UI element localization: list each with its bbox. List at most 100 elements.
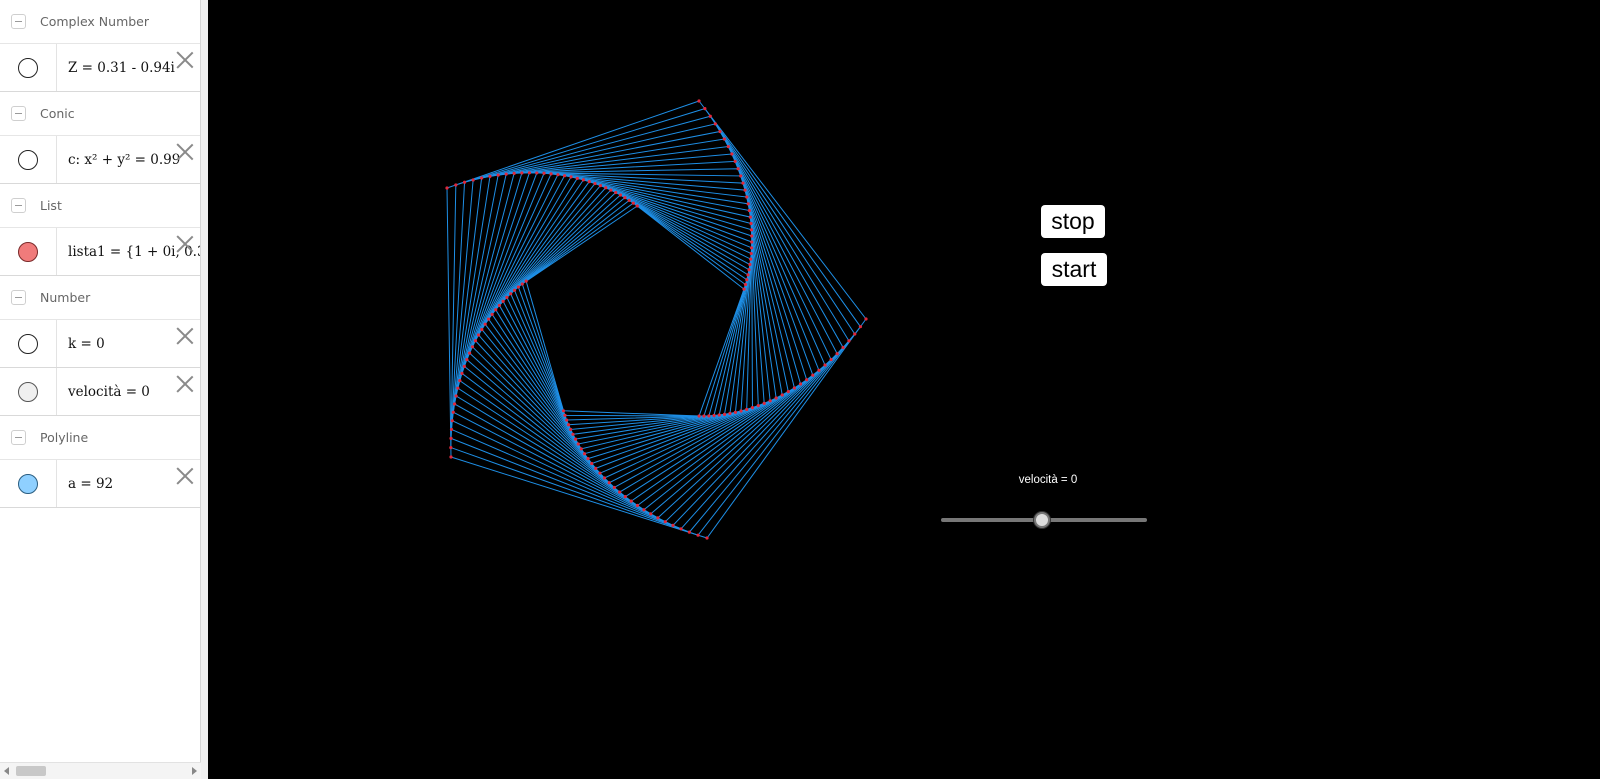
list-point (520, 282, 524, 286)
collapse-icon[interactable] (11, 198, 26, 213)
list-point (749, 251, 753, 256)
list-point (470, 345, 475, 349)
collapse-icon[interactable] (11, 430, 26, 445)
list-point (618, 490, 622, 494)
list-point (746, 273, 750, 277)
list-point (473, 339, 478, 343)
visibility-circle-icon[interactable] (18, 57, 38, 78)
list-point (713, 122, 717, 126)
list-point (520, 171, 524, 175)
algebra-row-c[interactable]: c: x² + y² = 0.99 (0, 136, 200, 184)
delete-icon[interactable] (176, 467, 194, 485)
visibility-toggle[interactable] (0, 368, 57, 415)
panel-divider[interactable] (201, 0, 208, 779)
algebra-row-Z[interactable]: Z = 0.31 - 0.94i (0, 44, 200, 92)
list-point (462, 364, 466, 368)
list-point (749, 246, 754, 250)
polyline-segment (446, 100, 867, 539)
list-point (569, 175, 573, 179)
visibility-toggle[interactable] (0, 228, 57, 275)
list-point (582, 452, 587, 456)
polyline-segment (510, 194, 750, 431)
list-point (462, 180, 467, 184)
list-point (490, 312, 494, 316)
delete-icon[interactable] (176, 375, 194, 393)
list-point (663, 520, 667, 524)
algebra-row-k[interactable]: k = 0 (0, 320, 200, 368)
list-point (629, 499, 633, 503)
group-header-polyline[interactable]: Polyline (0, 416, 200, 460)
list-point (480, 327, 484, 332)
list-point (609, 188, 613, 192)
visibility-toggle[interactable] (0, 44, 57, 91)
graphics-canvas[interactable] (208, 0, 1600, 779)
visibility-circle-icon[interactable] (18, 333, 38, 354)
list-point (556, 173, 560, 177)
velocita-slider-knob[interactable] (1034, 512, 1050, 528)
list-point (452, 402, 457, 406)
collapse-icon[interactable] (11, 290, 26, 305)
list-point (598, 471, 602, 475)
list-point (607, 481, 611, 485)
algebra-view: Complex Number Z = 0.31 - 0.94i Conic c:… (0, 0, 201, 779)
algebra-row-velocita[interactable]: velocità = 0 (0, 368, 200, 416)
delete-icon[interactable] (176, 327, 194, 345)
list-point (598, 183, 603, 188)
group-label: Complex Number (40, 14, 150, 29)
list-point (829, 357, 833, 362)
group-header-number[interactable]: Number (0, 276, 200, 320)
scrollbar-thumb[interactable] (16, 766, 46, 776)
visibility-circle-icon[interactable] (18, 241, 38, 262)
start-button[interactable]: start (1041, 253, 1107, 286)
list-point (501, 299, 505, 303)
group-header-complex-number[interactable]: Complex Number (0, 0, 200, 44)
visibility-toggle[interactable] (0, 460, 57, 507)
algebra-row-lista1[interactable]: lista1 = {1 + 0i, 0.31 + 0.95i, …} (0, 228, 200, 276)
list-point (576, 442, 580, 446)
delete-icon[interactable] (176, 143, 194, 161)
list-point (823, 363, 827, 367)
list-point (730, 152, 734, 156)
collapse-icon[interactable] (11, 106, 26, 121)
visibility-circle-icon[interactable] (18, 149, 38, 170)
list-point (712, 413, 716, 418)
list-point (739, 174, 743, 178)
list-point (656, 516, 660, 520)
visibility-circle-icon[interactable] (18, 381, 38, 402)
list-point (449, 455, 453, 459)
list-point (708, 114, 712, 118)
list-point (458, 379, 462, 383)
stop-button[interactable]: stop (1041, 205, 1105, 238)
delete-icon[interactable] (176, 51, 194, 69)
algebra-row-a[interactable]: a = 92 (0, 460, 200, 508)
list-point (745, 278, 749, 282)
group-header-conic[interactable]: Conic (0, 92, 200, 136)
visibility-toggle[interactable] (0, 136, 57, 183)
collapse-icon[interactable] (11, 14, 26, 29)
list-point (756, 404, 760, 408)
list-point (750, 240, 754, 244)
polyline-segment (495, 184, 753, 450)
list-point (602, 476, 607, 480)
list-point (594, 466, 598, 470)
group-header-list[interactable]: List (0, 184, 200, 228)
horizontal-scrollbar[interactable] (0, 762, 201, 779)
list-point (590, 461, 594, 466)
visibility-circle-icon[interactable] (18, 473, 38, 494)
list-point (535, 171, 539, 175)
list-point (768, 399, 772, 403)
visibility-toggle[interactable] (0, 320, 57, 367)
list-point (817, 368, 821, 372)
delete-icon[interactable] (176, 235, 194, 253)
list-point (847, 339, 851, 343)
list-point (733, 159, 737, 163)
graphics-view[interactable]: stop start velocità = 0 (208, 0, 1600, 779)
scroll-right-icon[interactable] (192, 767, 197, 775)
scroll-left-icon[interactable] (4, 767, 9, 775)
list-point (642, 508, 646, 512)
list-point (705, 536, 709, 540)
list-point (618, 193, 623, 197)
list-point (612, 485, 616, 490)
list-point (623, 495, 627, 499)
list-point (549, 172, 553, 176)
